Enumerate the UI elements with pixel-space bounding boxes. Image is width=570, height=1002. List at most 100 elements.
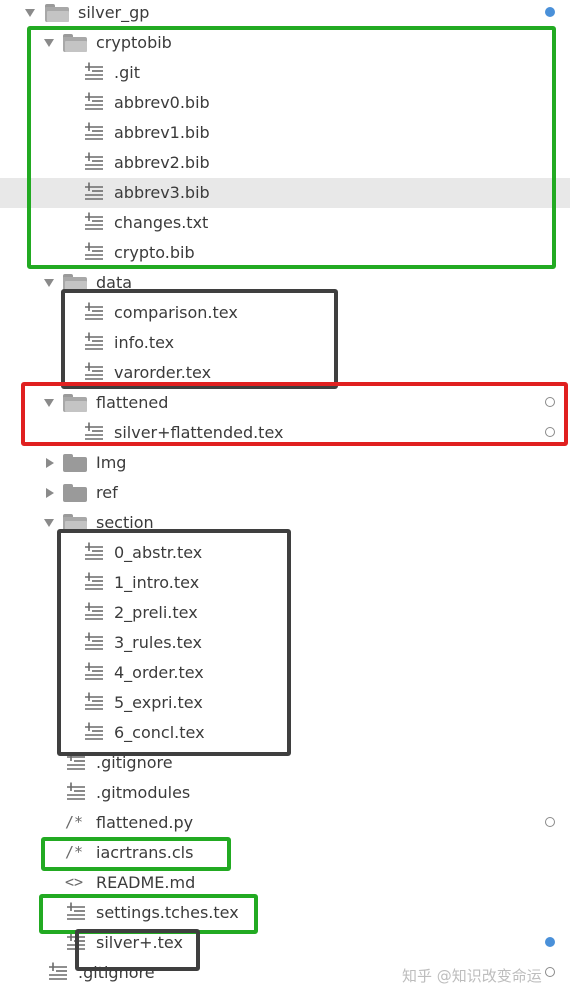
text-file-icon <box>82 718 106 748</box>
tree-item-label: data <box>96 273 133 292</box>
tree-file-row[interactable]: 0_abstr.tex <box>0 538 570 568</box>
tree-file-row[interactable]: settings.tches.tex <box>0 898 570 928</box>
text-file-icon <box>82 358 106 388</box>
status-dot-icon <box>545 937 555 947</box>
tree-file-row[interactable]: 1_intro.tex <box>0 568 570 598</box>
file-explorer: { "tree": [ {"label":"silver_gp","kind":… <box>0 0 570 1002</box>
text-file-icon <box>82 238 106 268</box>
tree-file-row[interactable]: 3_rules.tex <box>0 628 570 658</box>
text-file-icon <box>64 778 88 808</box>
text-file-icon <box>82 148 106 178</box>
text-file-icon <box>82 328 106 358</box>
tree-item-label: .gitmodules <box>96 783 191 802</box>
watermark: 知乎 @知识改变命运 <box>402 967 542 985</box>
tree-item-label: .git <box>114 63 140 82</box>
tree-file-row[interactable]: .gitignore <box>0 748 570 778</box>
tree-file-row[interactable]: abbrev3.bib <box>0 178 570 208</box>
tree-file-row[interactable]: <> README.md <box>0 868 570 898</box>
tree-file-row[interactable]: /* iacrtrans.cls <box>0 838 570 868</box>
tree-folder-row[interactable]: cryptobib <box>0 28 570 58</box>
folder-open-icon <box>45 4 69 22</box>
folder-open-icon <box>63 274 87 292</box>
chevron-down-icon[interactable] <box>44 519 54 527</box>
tree-file-row[interactable]: changes.txt <box>0 208 570 238</box>
tree-file-row[interactable]: .git <box>0 58 570 88</box>
folder-open-icon <box>63 394 87 412</box>
tree-folder-row[interactable]: silver_gp <box>0 0 570 28</box>
tree-folder-row[interactable]: flattened <box>0 388 570 418</box>
status-dot-icon <box>545 427 555 437</box>
comment-file-icon: /* <box>65 813 84 831</box>
tree-item-label: abbrev1.bib <box>114 123 210 142</box>
tree-file-row[interactable]: /* flattened.py <box>0 808 570 838</box>
tree-item-label: flattened.py <box>96 813 194 832</box>
tree-file-row[interactable]: crypto.bib <box>0 238 570 268</box>
tree-item-label: info.tex <box>114 333 175 352</box>
tree-file-row[interactable]: comparison.tex <box>0 298 570 328</box>
chevron-right-icon[interactable] <box>46 458 54 468</box>
tree-file-row[interactable]: silver+.tex <box>0 928 570 958</box>
folder-open-icon <box>63 514 87 532</box>
text-file-icon <box>82 688 106 718</box>
text-file-icon <box>82 178 106 208</box>
tree-file-row[interactable]: abbrev1.bib <box>0 118 570 148</box>
tree-file-row[interactable]: varorder.tex <box>0 358 570 388</box>
tree-folder-row[interactable]: ref <box>0 478 570 508</box>
tree-item-label: 3_rules.tex <box>114 633 202 652</box>
tree-item-label: silver+.tex <box>96 933 183 952</box>
tree-file-row[interactable]: abbrev2.bib <box>0 148 570 178</box>
text-file-icon <box>82 208 106 238</box>
text-file-icon <box>64 748 88 778</box>
chevron-right-icon[interactable] <box>46 488 54 498</box>
tree-item-label: abbrev3.bib <box>114 183 210 202</box>
tree-file-row[interactable]: 2_preli.tex <box>0 598 570 628</box>
text-file-icon <box>82 58 106 88</box>
tree-file-row[interactable]: 6_concl.tex <box>0 718 570 748</box>
text-file-icon <box>82 418 106 448</box>
tree-folder-row[interactable]: data <box>0 268 570 298</box>
tree-item-label: flattened <box>96 393 169 412</box>
status-dot-icon <box>545 967 555 977</box>
tree-item-label: 2_preli.tex <box>114 603 198 622</box>
folder-open-icon <box>63 34 87 52</box>
tree-file-row[interactable]: info.tex <box>0 328 570 358</box>
tree-item-label: .gitignore <box>78 963 155 982</box>
tree-item-label: 6_concl.tex <box>114 723 205 742</box>
tree-file-row[interactable]: .gitmodules <box>0 778 570 808</box>
tree-item-label: crypto.bib <box>114 243 195 262</box>
text-file-icon <box>64 898 88 928</box>
tree-item-label: abbrev2.bib <box>114 153 210 172</box>
tree-folder-row[interactable]: Img <box>0 448 570 478</box>
text-file-icon <box>82 298 106 328</box>
text-file-icon <box>82 538 106 568</box>
tree-folder-row[interactable]: section <box>0 508 570 538</box>
tree-item-label: README.md <box>96 873 196 892</box>
status-dot-icon <box>545 817 555 827</box>
tree-item-label: Img <box>96 453 127 472</box>
folder-closed-icon <box>63 454 87 472</box>
tree-item-label: 5_expri.tex <box>114 693 203 712</box>
chevron-down-icon[interactable] <box>44 39 54 47</box>
tree-file-row[interactable]: 4_order.tex <box>0 658 570 688</box>
tree-item-label: silver_gp <box>78 3 150 22</box>
chevron-down-icon[interactable] <box>25 9 35 17</box>
text-file-icon <box>64 928 88 958</box>
text-file-icon <box>82 88 106 118</box>
text-file-icon <box>82 598 106 628</box>
tree-file-row[interactable]: silver+flattended.tex <box>0 418 570 448</box>
text-file-icon <box>82 658 106 688</box>
text-file-icon <box>46 958 70 988</box>
status-dot-icon <box>545 397 555 407</box>
tree-item-label: section <box>96 513 154 532</box>
tree-item-label: 0_abstr.tex <box>114 543 203 562</box>
chevron-down-icon[interactable] <box>44 279 54 287</box>
text-file-icon <box>82 568 106 598</box>
tree-file-row[interactable]: 5_expri.tex <box>0 688 570 718</box>
tree-item-label: ref <box>96 483 118 502</box>
tree-item-label: comparison.tex <box>114 303 238 322</box>
tree-file-row[interactable]: abbrev0.bib <box>0 88 570 118</box>
chevron-down-icon[interactable] <box>44 399 54 407</box>
tree-item-label: 1_intro.tex <box>114 573 200 592</box>
tree-item-label: settings.tches.tex <box>96 903 239 922</box>
tree-item-label: silver+flattended.tex <box>114 423 284 442</box>
